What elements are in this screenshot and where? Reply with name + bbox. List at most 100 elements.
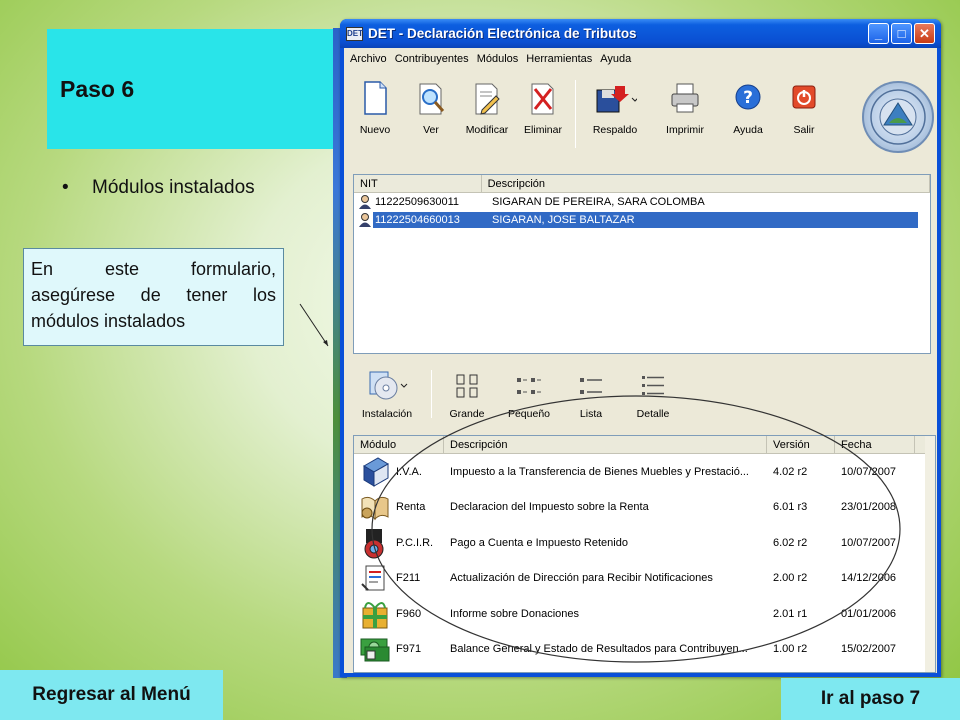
header-modulo[interactable]: Módulo (354, 436, 444, 453)
menu-herramientas[interactable]: Herramientas (526, 53, 592, 65)
module-date: 10/07/2007 (841, 465, 897, 478)
respaldo-label: Respaldo (592, 124, 638, 136)
grande-button[interactable]: Grande (436, 370, 498, 420)
window-titlebar[interactable]: DET DET - Declaración Electrónica de Tri… (340, 19, 941, 48)
maximize-button[interactable]: □ (891, 23, 912, 44)
ayuda-button[interactable]: ? Ayuda (720, 80, 776, 136)
contributors-list[interactable]: NIT Descripción 11222509630011 SIGARAN D… (353, 174, 931, 354)
contributors-header: NIT Descripción (354, 175, 930, 193)
new-document-icon (364, 81, 387, 115)
toolbar-separator (575, 80, 576, 148)
f960-gift-icon (362, 601, 388, 629)
grande-label: Grande (449, 408, 485, 420)
module-desc: Declaracion del Impuesto sobre la Renta (450, 501, 649, 514)
det-window: DET DET - Declaración Electrónica de Tri… (340, 19, 941, 677)
svg-text:?: ? (743, 88, 753, 108)
module-version: 2.00 r2 (773, 572, 808, 585)
header-descripcion[interactable]: Descripción (444, 436, 767, 453)
salir-label: Salir (793, 124, 815, 136)
close-button[interactable]: ✕ (914, 23, 935, 44)
module-desc: Informe sobre Donaciones (450, 607, 580, 620)
f971-money-icon (360, 638, 390, 662)
maximize-icon: □ (897, 26, 906, 41)
window-client: Archivo Contribuyentes Módulos Herramien… (344, 48, 937, 673)
delete-x-icon (531, 83, 554, 115)
next-step-button[interactable]: Ir al paso 7 (781, 678, 960, 720)
pequeno-button[interactable]: Pequeño (498, 370, 560, 420)
module-row-f960[interactable]: F960 Informe sobre Donaciones 2.01 r1 01… (354, 596, 935, 632)
module-name: F960 (396, 607, 422, 620)
contributor-row-selected[interactable]: 11222504660013 SIGARAN, JOSE BALTAZAR (354, 211, 930, 229)
back-to-menu-button[interactable]: Regresar al Menú (0, 670, 223, 720)
printer-icon (671, 83, 699, 113)
module-version: 6.01 r3 (773, 501, 808, 514)
module-row-iva[interactable]: I.V.A. Impuesto a la Transferencia de Bi… (354, 454, 935, 490)
module-row-f211[interactable]: F211 Actualización de Dirección para Rec… (354, 561, 935, 597)
respaldo-button[interactable]: Respaldo (580, 80, 650, 136)
window-title: DET - Declaración Electrónica de Tributo… (368, 26, 637, 41)
modules-list[interactable]: Módulo Descripción Versión Fecha I.V.A. … (353, 435, 936, 673)
menu-archivo[interactable]: Archivo (350, 53, 387, 65)
large-icons-view-icon (456, 374, 478, 398)
module-date: 01/01/2006 (841, 607, 897, 620)
contributor-desc: SIGARAN DE PEREIRA, SARA COLOMBA (492, 196, 705, 208)
modificar-button[interactable]: Modificar (459, 80, 515, 136)
modules-header: Módulo Descripción Versión Fecha (354, 436, 935, 454)
contributor-desc: SIGARAN, JOSE BALTAZAR (486, 212, 918, 228)
module-name: F971 (396, 643, 422, 656)
module-row-renta[interactable]: Renta Declaracion del Impuesto sobre la … (354, 490, 935, 526)
exit-power-icon (792, 85, 816, 109)
module-version: 2.01 r1 (773, 607, 808, 620)
edit-pencil-icon (475, 83, 500, 115)
header-nit[interactable]: NIT (354, 175, 482, 192)
ver-button[interactable]: Ver (403, 80, 459, 136)
instalacion-button[interactable]: Instalación (347, 370, 427, 420)
renta-open-book-icon (361, 497, 389, 521)
toolbar-separator (431, 370, 432, 418)
modules-scrollbar[interactable] (925, 436, 935, 672)
menu-contribuyentes[interactable]: Contribuyentes (395, 53, 469, 65)
module-name: P.C.I.R. (396, 536, 434, 549)
person-icon (359, 213, 371, 227)
module-date: 14/12/2006 (841, 572, 897, 585)
bullet-item: • Módulos instalados (62, 177, 255, 198)
pcir-camera-icon (364, 528, 384, 559)
imprimir-label: Imprimir (666, 124, 704, 136)
install-cd-icon (369, 371, 408, 400)
module-name: F211 (396, 572, 421, 585)
modificar-label: Modificar (465, 124, 509, 136)
module-row-pcir[interactable]: P.C.I.R. Pago a Cuenta e Impuesto Reteni… (354, 525, 935, 561)
ayuda-label: Ayuda (733, 124, 763, 136)
callout-arrow (299, 303, 329, 347)
lista-button[interactable]: Lista (560, 370, 622, 420)
module-desc: Actualización de Dirección para Recibir … (450, 572, 713, 585)
header-version[interactable]: Versión (767, 436, 835, 453)
contributor-row[interactable]: 11222509630011 SIGARAN DE PEREIRA, SARA … (354, 193, 930, 211)
eliminar-button[interactable]: Eliminar (515, 80, 571, 136)
module-row-f971[interactable]: F971 Balance General y Estado de Resulta… (354, 632, 935, 668)
app-icon: DET (346, 26, 363, 41)
details-view-icon (642, 376, 664, 395)
minimize-button[interactable]: _ (868, 23, 889, 44)
detalle-button[interactable]: Detalle (622, 370, 684, 420)
list-view-icon (580, 378, 602, 394)
f211-form-icon (361, 565, 385, 591)
module-desc: Balance General y Estado de Resultados p… (450, 643, 748, 656)
callout-line: módulos instalados (31, 311, 186, 331)
menu-ayuda[interactable]: Ayuda (600, 53, 631, 65)
main-toolbar: Nuevo Ver Modificar Eliminar Respaldo Im… (347, 71, 847, 159)
menu-modulos[interactable]: Módulos (477, 53, 519, 65)
callout-line: En este formulario, (31, 259, 276, 279)
nuevo-button[interactable]: Nuevo (347, 80, 403, 136)
header-fecha[interactable]: Fecha (835, 436, 915, 453)
header-descripcion[interactable]: Descripción (482, 175, 930, 192)
salir-button[interactable]: Salir (776, 80, 832, 136)
module-desc: Impuesto a la Transferencia de Bienes Mu… (450, 465, 749, 478)
module-date: 23/01/2008 (841, 501, 897, 514)
imprimir-button[interactable]: Imprimir (650, 80, 720, 136)
module-name: I.V.A. (396, 465, 422, 478)
backup-disk-icon (596, 86, 637, 113)
module-desc: Pago a Cuenta e Impuesto Retenido (450, 536, 628, 549)
view-magnifier-icon (419, 83, 445, 115)
eliminar-label: Eliminar (524, 124, 562, 136)
